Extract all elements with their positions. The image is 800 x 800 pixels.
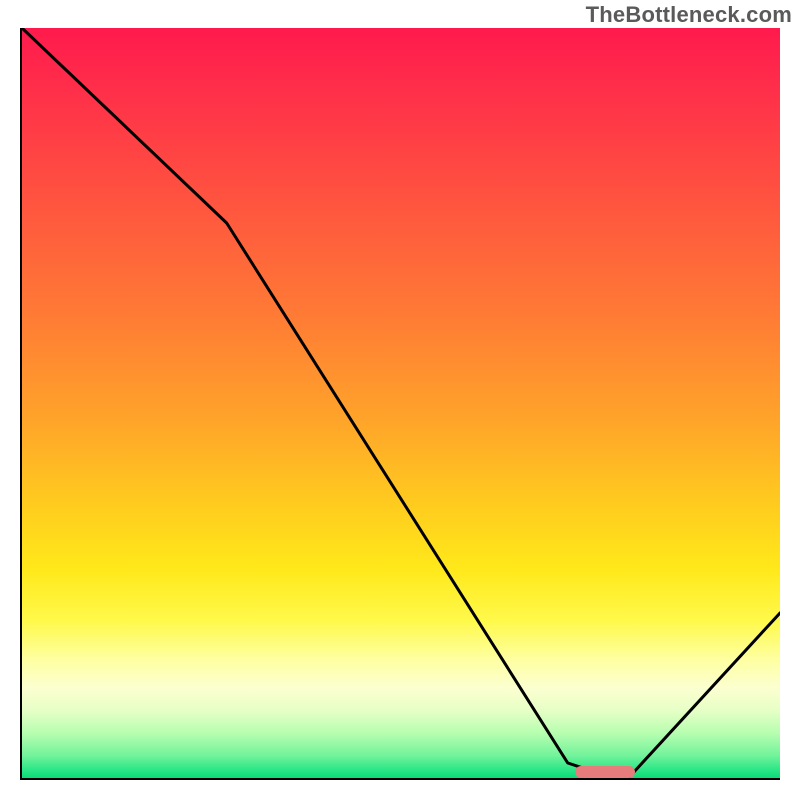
- curve-layer: [22, 28, 780, 778]
- watermark-text: TheBottleneck.com: [586, 2, 792, 28]
- bottleneck-curve: [22, 28, 780, 778]
- chart-container: TheBottleneck.com: [0, 0, 800, 800]
- plot-area: [20, 28, 780, 780]
- optimal-range-marker: [575, 766, 636, 778]
